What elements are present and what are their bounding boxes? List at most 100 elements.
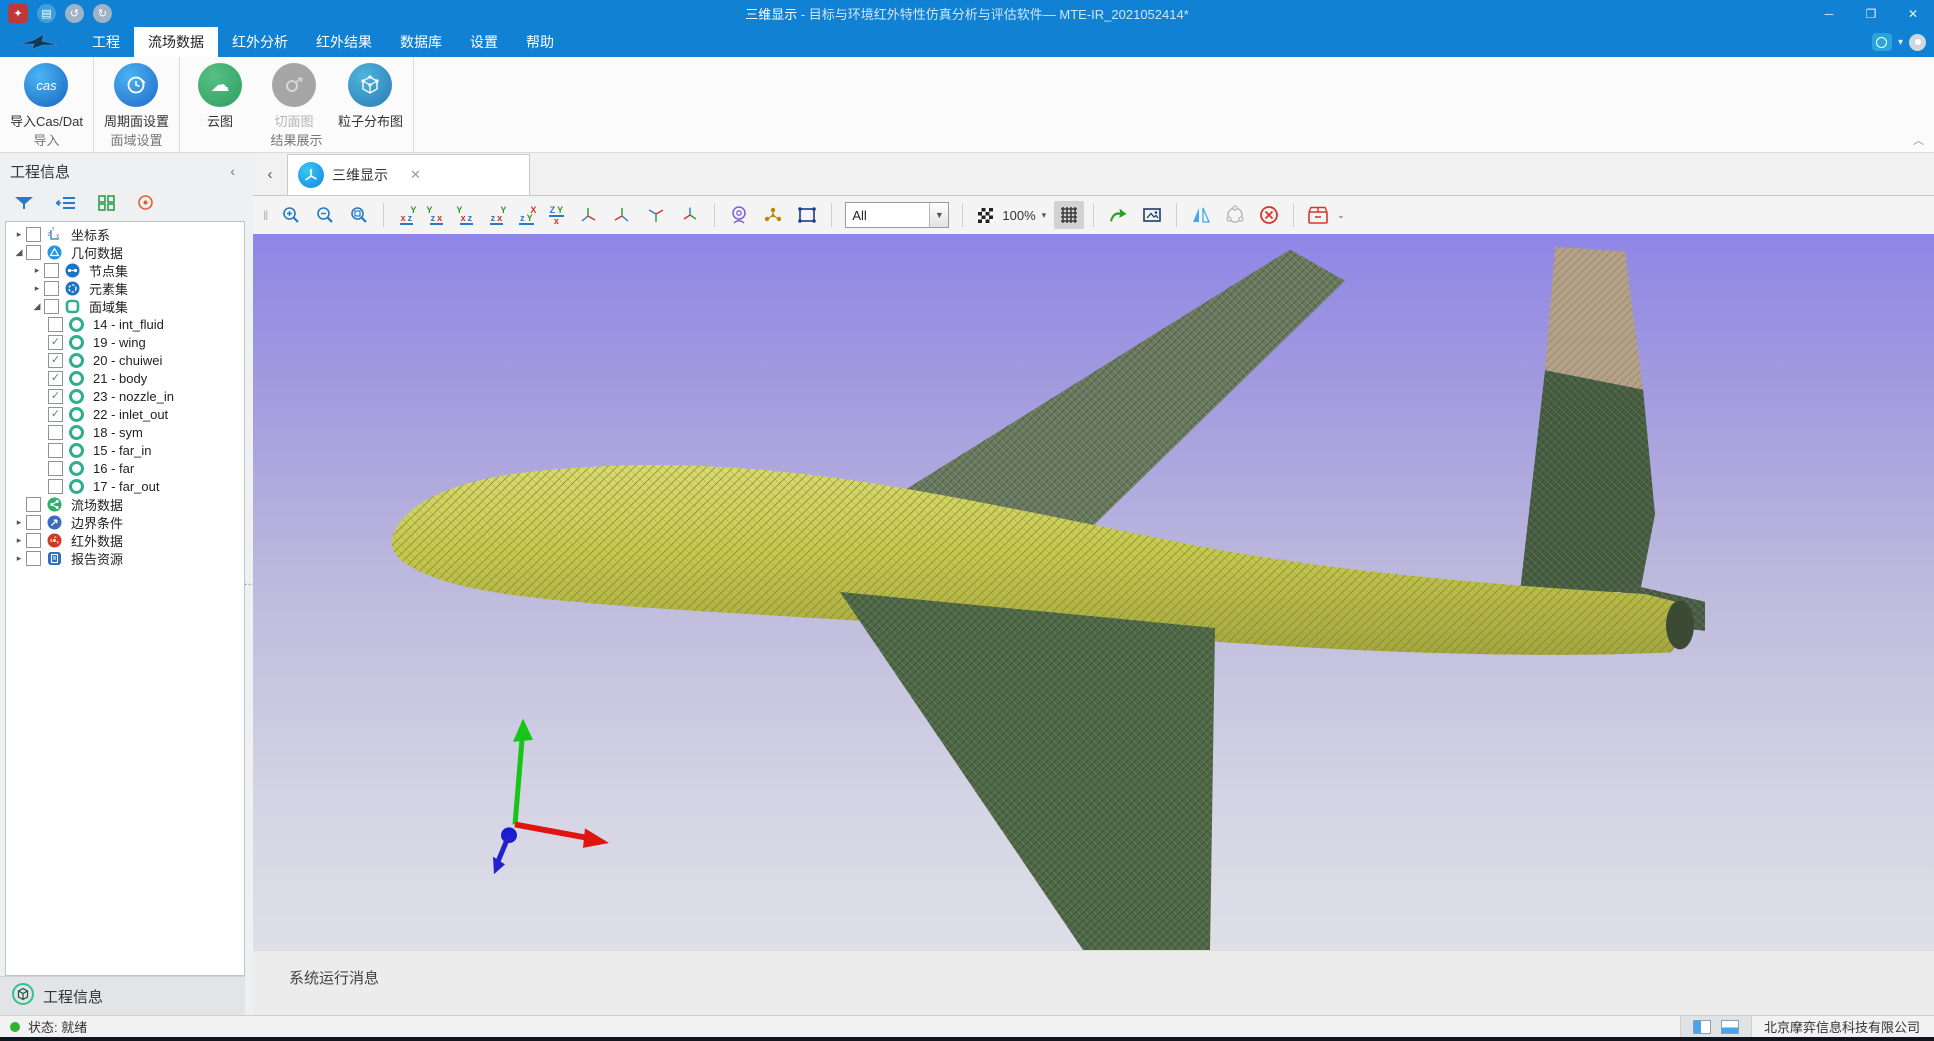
view-right-icon[interactable]: Yzx <box>483 203 509 227</box>
ribbon-collapse-icon[interactable]: ︿ <box>1913 132 1924 148</box>
menu-item-engineering[interactable]: 工程 <box>78 27 134 57</box>
menu-item-help[interactable]: 帮助 <box>512 27 568 57</box>
view-top-icon[interactable]: XzY <box>513 203 539 227</box>
tree-item[interactable]: 14 - int_fluid <box>6 315 244 333</box>
expander-icon[interactable]: ▸ <box>12 517 26 528</box>
tab-close-icon[interactable]: ✕ <box>410 167 421 183</box>
archive-caret-icon[interactable]: ⌄ <box>1337 210 1345 221</box>
checkbox[interactable] <box>26 551 41 566</box>
tree-item[interactable]: 18 - sym <box>6 423 244 441</box>
locate-target-icon[interactable] <box>137 194 154 216</box>
filter-icon[interactable] <box>14 195 34 216</box>
tree-item[interactable]: 17 - far_out <box>6 477 244 495</box>
view-iso-1-icon[interactable] <box>573 201 603 229</box>
zoom-level-caret-icon[interactable]: ▾ <box>1042 210 1047 221</box>
redo-icon[interactable]: ↻ <box>93 4 112 23</box>
close-button[interactable]: ✕ <box>1892 0 1934 27</box>
save-icon[interactable]: ▤ <box>37 4 56 23</box>
tree-item[interactable]: ▸ 边界条件 <box>6 513 244 531</box>
checkbox[interactable] <box>48 461 63 476</box>
export-view-icon[interactable] <box>1103 201 1133 229</box>
tree-item[interactable]: 20 - chuiwei <box>6 351 244 369</box>
panel-collapse-icon[interactable]: ‹ <box>230 163 235 179</box>
box-select-icon[interactable] <box>792 201 822 229</box>
particle-distribution-button[interactable]: 粒子分布图 <box>338 63 403 130</box>
transparency-icon[interactable] <box>978 208 993 223</box>
menu-item-database[interactable]: 数据库 <box>386 27 456 57</box>
maximize-button[interactable]: ❐ <box>1850 0 1892 27</box>
checkbox[interactable] <box>48 479 63 494</box>
help-bubble-icon[interactable] <box>1909 34 1926 51</box>
checkbox[interactable] <box>26 515 41 530</box>
menu-item-settings[interactable]: 设置 <box>456 27 512 57</box>
view-bottom-icon[interactable]: ZYx <box>543 203 569 227</box>
checkbox[interactable] <box>48 407 63 422</box>
tree-item[interactable]: ▸ YZX 坐标系 <box>6 225 244 243</box>
camera-view-icon[interactable] <box>724 201 754 229</box>
mirror-icon[interactable] <box>1186 201 1216 229</box>
checkbox[interactable] <box>48 317 63 332</box>
periodic-face-settings-button[interactable]: 周期面设置 <box>104 63 169 130</box>
tree-item[interactable]: ▸ 报告资源 <box>6 549 244 567</box>
zoom-in-icon[interactable] <box>276 201 306 229</box>
layout-bottom-icon[interactable] <box>1721 1020 1739 1034</box>
view-back-icon[interactable]: Yzx <box>423 203 449 227</box>
viewport-3d[interactable] <box>253 234 1934 950</box>
cancel-icon[interactable] <box>1254 201 1284 229</box>
toolbar-grip[interactable]: ‖ <box>263 208 268 223</box>
grid-view-icon[interactable] <box>98 195 115 216</box>
checkbox[interactable] <box>48 353 63 368</box>
tree-item[interactable]: ◢ 面域集 <box>6 297 244 315</box>
expander-icon[interactable]: ▸ <box>12 229 26 240</box>
checkbox[interactable] <box>26 245 41 260</box>
expander-icon[interactable]: ▸ <box>12 553 26 564</box>
checkbox[interactable] <box>26 227 41 242</box>
combo-dropdown-icon[interactable]: ▼ <box>929 203 948 227</box>
layout-left-icon[interactable] <box>1693 1020 1711 1034</box>
zoom-level-value[interactable]: 100% <box>1002 208 1035 223</box>
snapshot-icon[interactable] <box>1137 201 1167 229</box>
view-iso-2-icon[interactable] <box>607 201 637 229</box>
expander-icon[interactable]: ◢ <box>12 247 26 258</box>
tree-item[interactable]: 15 - far_in <box>6 441 244 459</box>
tree-item[interactable]: 19 - wing <box>6 333 244 351</box>
menu-item-ir-results[interactable]: 红外结果 <box>302 27 386 57</box>
view-iso-3-icon[interactable] <box>641 201 671 229</box>
checkbox[interactable] <box>26 497 41 512</box>
checkbox[interactable] <box>44 281 59 296</box>
account-icon[interactable] <box>1872 33 1892 51</box>
menu-item-ir-analysis[interactable]: 红外分析 <box>218 27 302 57</box>
undo-icon[interactable]: ↺ <box>65 4 84 23</box>
tree-item[interactable]: 流场数据 <box>6 495 244 513</box>
view-iso-4-icon[interactable] <box>675 201 705 229</box>
checkbox[interactable] <box>48 335 63 350</box>
tree-item[interactable]: ▸ 红外数据 <box>6 531 244 549</box>
node-graph-icon[interactable] <box>758 201 788 229</box>
view-front-icon[interactable]: Yxz <box>393 203 419 227</box>
tree-item[interactable]: 21 - body <box>6 369 244 387</box>
expander-icon[interactable]: ▸ <box>12 535 26 546</box>
tree-item[interactable]: 16 - far <box>6 459 244 477</box>
import-cas-dat-button[interactable]: cas 导入Cas/Dat <box>10 63 83 130</box>
checkbox[interactable] <box>44 263 59 278</box>
display-filter-select[interactable]: All ▼ <box>845 202 949 228</box>
tab-scroll-left-icon[interactable]: ‹ <box>253 166 287 183</box>
view-left-icon[interactable]: Yxz <box>453 203 479 227</box>
project-info-footer-tab[interactable]: 工程信息 <box>0 976 245 1015</box>
expander-icon[interactable]: ▸ <box>30 265 44 276</box>
tree-item[interactable]: 22 - inlet_out <box>6 405 244 423</box>
expander-icon[interactable]: ▸ <box>30 283 44 294</box>
expander-icon[interactable]: ◢ <box>30 301 44 312</box>
checkbox[interactable] <box>26 533 41 548</box>
zoom-fit-icon[interactable] <box>344 201 374 229</box>
zoom-out-icon[interactable] <box>310 201 340 229</box>
archive-box-icon[interactable] <box>1303 201 1333 229</box>
tree-item[interactable]: ▸ 节点集 <box>6 261 244 279</box>
app-icon[interactable]: ✦ <box>8 4 28 23</box>
checkbox[interactable] <box>48 389 63 404</box>
grid-toggle-icon[interactable] <box>1054 201 1084 229</box>
panel-splitter[interactable]: ⋮ <box>245 153 253 1015</box>
contour-plot-button[interactable]: ☁ 云图 <box>190 63 250 130</box>
checkbox[interactable] <box>48 425 63 440</box>
list-settings-icon[interactable] <box>56 195 76 216</box>
